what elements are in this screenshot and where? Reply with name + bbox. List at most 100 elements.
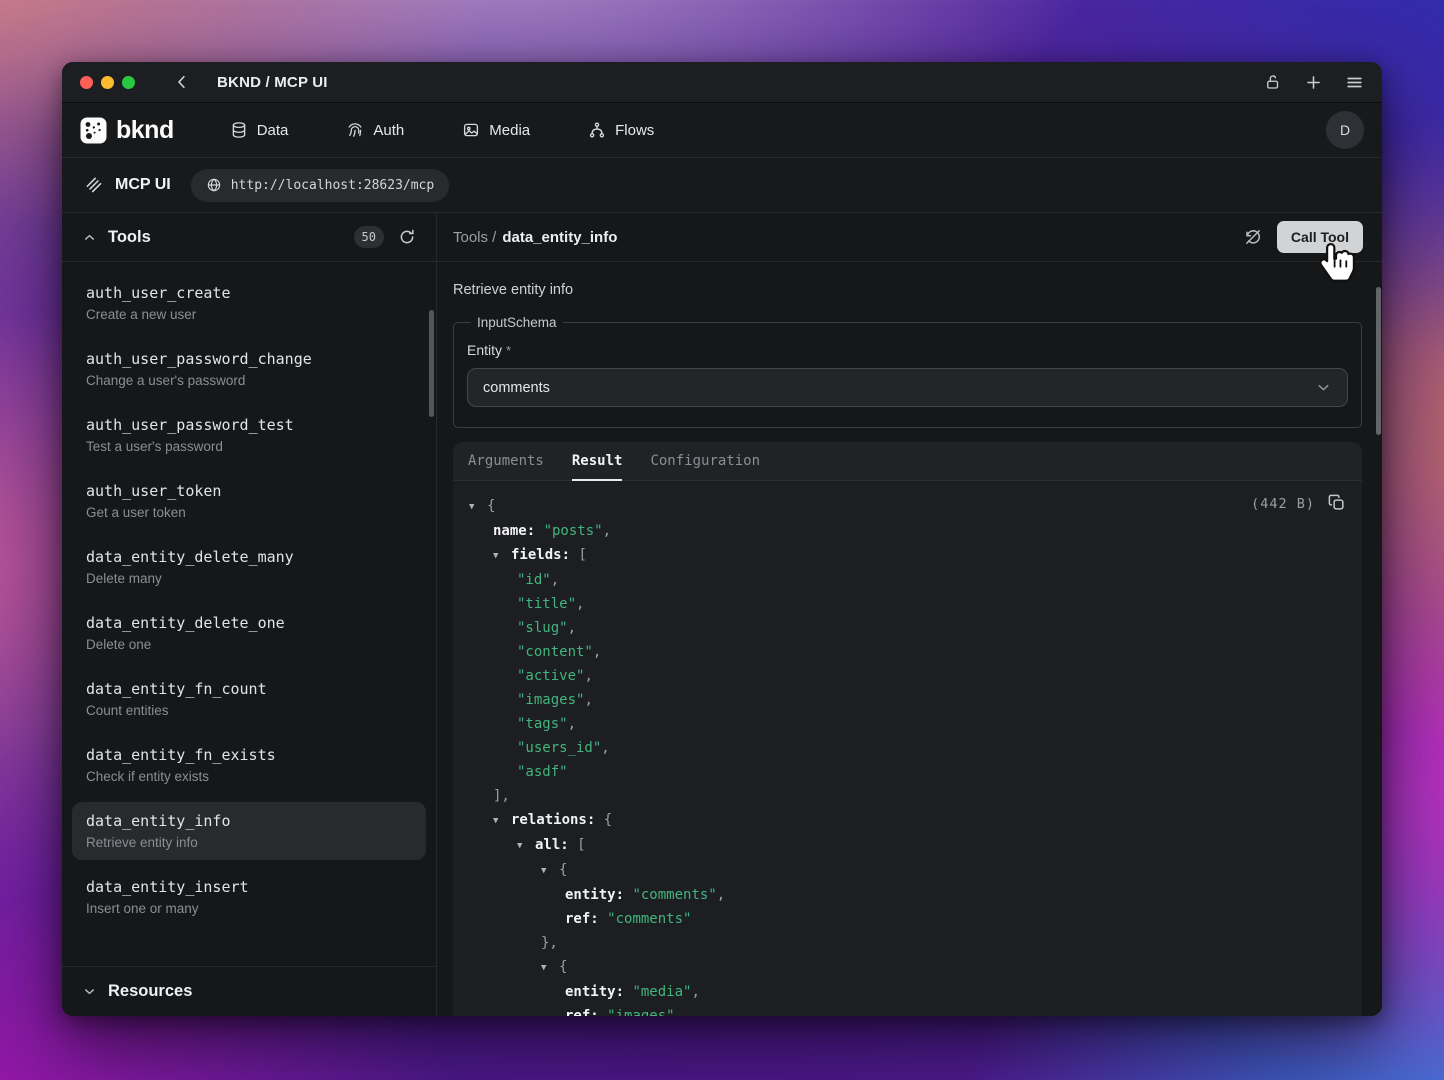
tool-name: auth_user_password_change xyxy=(86,350,412,368)
nav-item-auth[interactable]: Auth xyxy=(346,121,404,139)
minimize-window-button[interactable] xyxy=(101,76,114,89)
json-line: ▼{ xyxy=(469,494,1346,519)
tool-description: Insert one or many xyxy=(86,901,412,916)
brand-name: bknd xyxy=(116,116,174,145)
tool-detail: Retrieve entity info InputSchema Entity*… xyxy=(437,262,1382,1016)
json-key: entity: xyxy=(565,887,632,903)
sidebar-item-data_entity_fn_exists[interactable]: data_entity_fn_existsCheck if entity exi… xyxy=(72,736,426,794)
history-off-icon[interactable] xyxy=(1243,227,1263,247)
sidebar-item-data_entity_info[interactable]: data_entity_infoRetrieve entity info xyxy=(72,802,426,860)
json-key: ref: xyxy=(565,1008,607,1016)
sidebar-item-data_entity_delete_one[interactable]: data_entity_delete_oneDelete one xyxy=(72,604,426,662)
json-line: ▼fields: [ xyxy=(469,543,1346,568)
copy-icon[interactable] xyxy=(1327,493,1346,512)
sidebar-scrollbar[interactable] xyxy=(429,310,434,417)
json-line: ▼all: [ xyxy=(469,833,1346,858)
new-tab-icon[interactable] xyxy=(1304,73,1323,92)
collapse-toggle-icon[interactable]: ▼ xyxy=(493,544,511,568)
json-punct: [ xyxy=(577,837,585,853)
server-url-pill[interactable]: http://localhost:28623/mcp xyxy=(191,169,450,202)
collapse-toggle-icon[interactable]: ▼ xyxy=(493,809,511,833)
entity-field-label: Entity* xyxy=(467,342,1348,358)
json-line: "images", xyxy=(469,688,1346,712)
collapse-toggle-icon[interactable]: ▼ xyxy=(541,956,559,980)
json-punct: { xyxy=(559,959,567,975)
tool-name: auth_user_token xyxy=(86,482,412,500)
tool-name: data_entity_delete_one xyxy=(86,614,412,632)
tab-configuration[interactable]: Configuration xyxy=(650,442,760,480)
sidebar-item-auth_user_password_change[interactable]: auth_user_password_change Change a user's… xyxy=(72,340,426,398)
json-punct: , xyxy=(568,716,576,732)
breadcrumb[interactable]: Tools / xyxy=(453,229,496,246)
maximize-window-button[interactable] xyxy=(122,76,135,89)
tool-description: Retrieve entity info xyxy=(453,282,1362,298)
main-scrollbar[interactable] xyxy=(1376,287,1381,435)
tab-result[interactable]: Result xyxy=(572,442,623,480)
tool-description: Change a user's password xyxy=(86,373,412,388)
avatar[interactable]: D xyxy=(1326,111,1364,149)
json-key: relations: xyxy=(511,812,604,828)
json-line: ref: "images" xyxy=(469,1004,1346,1016)
entity-select[interactable]: comments xyxy=(467,368,1348,407)
tab-bar: Arguments Result Configuration xyxy=(453,442,1362,481)
json-key: ref: xyxy=(565,911,607,927)
refresh-icon[interactable] xyxy=(398,228,416,246)
result-panel: ArgumentsResultConfiguration (442 B) ▼{n… xyxy=(453,442,1362,1016)
json-line: ], xyxy=(469,784,1346,808)
flows-icon xyxy=(588,121,606,139)
resources-section-header[interactable]: Resources xyxy=(62,966,436,1016)
tool-description: Create a new user xyxy=(86,307,412,322)
json-punct: [ xyxy=(578,547,586,563)
json-string: "comments" xyxy=(632,887,716,903)
tool-description: Get a user token xyxy=(86,505,412,520)
app-window: BKND / MCP UI bknd Data Auth Media Flows D xyxy=(62,62,1382,1016)
json-punct: , xyxy=(603,523,611,539)
json-string: "asdf" xyxy=(517,764,568,780)
collapse-toggle-icon[interactable]: ▼ xyxy=(469,495,487,519)
result-view: (442 B) ▼{name: "posts",▼fields: ["id","… xyxy=(453,481,1362,1016)
call-tool-button[interactable]: Call Tool xyxy=(1277,221,1363,253)
titlebar: BKND / MCP UI xyxy=(62,62,1382,103)
sidebar-item-data_entity_fn_count[interactable]: data_entity_fn_countCount entities xyxy=(72,670,426,728)
nav-item-data[interactable]: Data xyxy=(230,121,289,139)
nav-item-flows[interactable]: Flows xyxy=(588,121,654,139)
json-punct: , xyxy=(593,644,601,660)
mcp-bar: MCP UI http://localhost:28623/mcp xyxy=(62,158,1382,213)
collapse-toggle-icon[interactable]: ▼ xyxy=(541,859,559,883)
json-punct: , xyxy=(576,596,584,612)
chevron-up-icon xyxy=(82,230,97,245)
json-punct: , xyxy=(551,572,559,588)
json-string: "images" xyxy=(517,692,584,708)
nav-item-media[interactable]: Media xyxy=(462,121,530,139)
brand-logo[interactable]: bknd xyxy=(80,116,174,145)
sidebar-item-auth_user_create[interactable]: auth_user_createCreate a new user xyxy=(72,274,426,332)
json-key: entity: xyxy=(565,984,632,1000)
collapse-toggle-icon[interactable]: ▼ xyxy=(517,834,535,858)
json-line: ref: "comments" xyxy=(469,907,1346,931)
mcp-app-name: MCP UI xyxy=(115,176,171,194)
json-line: "tags", xyxy=(469,712,1346,736)
json-punct: , xyxy=(601,740,609,756)
sidebar-item-data_entity_delete_many[interactable]: data_entity_delete_manyDelete many xyxy=(72,538,426,596)
sidebar-item-auth_user_password_test[interactable]: auth_user_password_testTest a user's pas… xyxy=(72,406,426,464)
json-line: ▼{ xyxy=(469,858,1346,883)
json-string: "id" xyxy=(517,572,551,588)
back-icon[interactable] xyxy=(173,73,191,91)
tool-description: Check if entity exists xyxy=(86,769,412,784)
menu-icon[interactable] xyxy=(1345,73,1364,92)
json-punct: { xyxy=(604,812,612,828)
json-line: "content", xyxy=(469,640,1346,664)
lock-open-icon[interactable] xyxy=(1264,73,1282,91)
json-line: "users_id", xyxy=(469,736,1346,760)
app-header: bknd Data Auth Media Flows D xyxy=(62,103,1382,158)
input-schema-fieldset: InputSchema Entity* comments xyxy=(453,315,1362,428)
tool-description: Count entities xyxy=(86,703,412,718)
tools-section-header[interactable]: Tools 50 xyxy=(62,213,436,262)
json-punct: { xyxy=(487,498,495,514)
tab-arguments[interactable]: Arguments xyxy=(468,442,544,480)
json-line: "slug", xyxy=(469,616,1346,640)
sidebar-item-data_entity_insert[interactable]: data_entity_insertInsert one or many xyxy=(72,868,426,926)
close-window-button[interactable] xyxy=(80,76,93,89)
sidebar-item-auth_user_token[interactable]: auth_user_token Get a user token xyxy=(72,472,426,530)
tool-description: Retrieve entity info xyxy=(86,835,412,850)
